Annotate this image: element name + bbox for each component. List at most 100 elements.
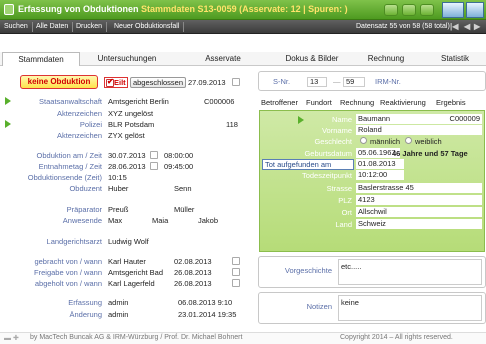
todeszeitpunkt-value[interactable]: 10:12:00 (356, 170, 404, 180)
subtab-reaktivierung[interactable]: Reaktivierung (380, 97, 426, 109)
erfassung-date: 06.08.2013 9:10 (178, 298, 233, 307)
ort-value[interactable]: Allschwil (356, 207, 482, 217)
anwesende-name3[interactable]: Jakob (198, 216, 218, 225)
praeparator-name2[interactable]: Müller (174, 205, 194, 214)
male-radio[interactable] (360, 137, 367, 144)
notizen-textarea[interactable]: keine (338, 295, 482, 321)
go-arrow-icon[interactable] (5, 120, 11, 128)
new-case-button[interactable]: Neuer Obduktionsfall (110, 22, 185, 32)
landgerichtsarzt-label: Landgerichtsarzt (46, 237, 102, 246)
print-button[interactable]: Drucken (72, 22, 108, 32)
date-picker-icon[interactable] (232, 268, 240, 276)
gebracht-who[interactable]: Karl Hauter (108, 257, 146, 266)
date-picker-icon[interactable] (232, 78, 240, 86)
abgeholt-date[interactable]: 26.08.2013 (174, 279, 212, 288)
subtab-fundort[interactable]: Fundort (306, 97, 332, 109)
all-data-button[interactable]: Alle Daten (32, 22, 74, 32)
praeparator-name1[interactable]: Preuß (108, 205, 128, 214)
obduzent-name1[interactable]: Huber (108, 184, 128, 193)
abgeschlossen-date[interactable]: 27.09.2013 (188, 78, 226, 87)
gebracht-label: gebracht von / wann (34, 257, 102, 266)
freigabe-date[interactable]: 26.08.2013 (174, 268, 212, 277)
date-picker-icon[interactable] (150, 151, 158, 159)
snr-number-input[interactable]: 59 (343, 77, 365, 87)
snr-separator: — (333, 77, 341, 86)
tab-statistik[interactable]: Statistik (426, 52, 484, 66)
first-record-icon[interactable]: |◀ (450, 22, 458, 32)
staatsanwaltschaft-code: C000006 (204, 97, 235, 106)
aktenzeichen-label: Aktenzeichen (56, 131, 102, 140)
female-radio[interactable] (405, 137, 412, 144)
snr-year-input[interactable]: 13 (307, 77, 327, 87)
tab-asservate[interactable]: Asservate (188, 52, 258, 66)
window-button-icon[interactable] (420, 4, 434, 16)
obduktion-date[interactable]: 30.07.2013 (108, 151, 146, 160)
home-icon[interactable] (4, 4, 14, 15)
land-value[interactable]: Schweiz (356, 219, 482, 229)
obduktion-am-label: Obduktion am / Zeit (36, 151, 102, 160)
date-picker-icon[interactable] (232, 279, 240, 287)
tab-dokus-bilder[interactable]: Dokus & Bilder (272, 52, 352, 66)
date-picker-icon[interactable] (150, 162, 158, 170)
female-label: weiblich (415, 137, 442, 146)
obduktion-time[interactable]: 08:00:00 (164, 151, 193, 160)
aenderung-who: admin (108, 310, 129, 319)
polizei-value[interactable]: BLR Potsdam (108, 120, 154, 129)
search-button[interactable]: Suchen (0, 22, 33, 32)
tab-stammdaten[interactable]: Stammdaten (2, 52, 80, 66)
abgeschlossen-button[interactable]: abgeschlossen (130, 77, 186, 88)
tab-untersuchungen[interactable]: Untersuchungen (86, 52, 168, 66)
entnahmetag-date[interactable]: 28.06.2013 (108, 162, 146, 171)
tot-aufgefunden-value[interactable]: 01.08.2013 (356, 159, 404, 169)
eilt-label: Eilt (114, 78, 126, 87)
vorgeschichte-textarea[interactable]: etc..... (338, 259, 482, 285)
anwesende-label: Anwesende (62, 216, 102, 225)
date-picker-icon[interactable] (232, 257, 240, 265)
window-title: Erfassung von Obduktionen Stammdaten S13… (18, 4, 348, 14)
next-record-icon[interactable]: ▶ (474, 22, 480, 32)
aktenzeichen-value[interactable]: XYZ ungelöst (108, 109, 153, 118)
vorgeschichte-label: Vorgeschichte (284, 266, 332, 275)
subtab-rechnung[interactable]: Rechnung (340, 97, 374, 109)
app-title: Erfassung von Obduktionen (18, 4, 139, 14)
erfassung-who: admin (108, 298, 129, 307)
abgeholt-label: abgeholt von / wann (34, 279, 102, 288)
record-subtitle: Stammdaten S13-0059 (Asservate: 12 | Spu… (141, 4, 348, 14)
plus-minus-icon[interactable]: ▬ ✚ (4, 334, 19, 342)
name-value[interactable]: Baumann C000009 (356, 114, 482, 124)
landgerichtsarzt-value[interactable]: Ludwig Wolf (108, 237, 149, 246)
obduzent-name2[interactable]: Senn (174, 184, 192, 193)
snr-label: S-Nr. (273, 77, 291, 86)
strasse-value[interactable]: Baslerstrasse 45 (356, 183, 482, 193)
geburtsdatum-label: Geburtsdatum (304, 149, 352, 158)
anwesende-name2[interactable]: Maia (152, 216, 168, 225)
land-label: Land (335, 220, 352, 229)
prev-record-icon[interactable]: ◀ (464, 22, 470, 32)
tot-aufgefunden-button[interactable]: Tot aufgefunden am (262, 159, 354, 170)
obduktionsende-label: Obduktionsende (Zeit) (27, 173, 102, 182)
go-arrow-icon[interactable] (5, 97, 11, 105)
entnahmetag-label: Entnahmetag / Zeit (38, 162, 102, 171)
staatsanwaltschaft-value[interactable]: Amtsgericht Berlin (108, 97, 169, 106)
tab-rechnung[interactable]: Rechnung (356, 52, 416, 66)
todeszeitpunkt-label: Todeszeitpunkt (301, 171, 352, 180)
aktenzeichen-value[interactable]: ZYX gelöst (108, 131, 145, 140)
keine-obduktion-button[interactable]: keine Obduktion (20, 75, 98, 89)
eilt-checkbox[interactable]: Eilt (104, 77, 128, 88)
entnahmetag-time[interactable]: 09:45:00 (164, 162, 193, 171)
window-button-icon[interactable] (402, 4, 416, 16)
plz-value[interactable]: 4123 (356, 195, 482, 205)
irm-label: IRM-Nr. (375, 77, 401, 86)
window-button-icon[interactable] (384, 4, 398, 16)
eilt-check-icon[interactable] (106, 77, 114, 87)
anwesende-name1[interactable]: Max (108, 216, 122, 225)
abgeholt-who[interactable]: Karl Lagerfeld (108, 279, 155, 288)
freigabe-who[interactable]: Amtsgericht Bad (108, 268, 163, 277)
vorname-value[interactable]: Roland (356, 125, 482, 135)
gebracht-date[interactable]: 02.08.2013 (174, 257, 212, 266)
subtab-betroffener[interactable]: Betroffener (261, 97, 298, 109)
footer: ▬ ✚ by MacTech Buncak AG & IRM-Würzburg … (0, 332, 486, 344)
obduktionsende-time[interactable]: 10:15 (108, 173, 127, 182)
vorname-label: Vorname (321, 126, 352, 135)
subtab-ergebnis[interactable]: Ergebnis (436, 97, 466, 109)
